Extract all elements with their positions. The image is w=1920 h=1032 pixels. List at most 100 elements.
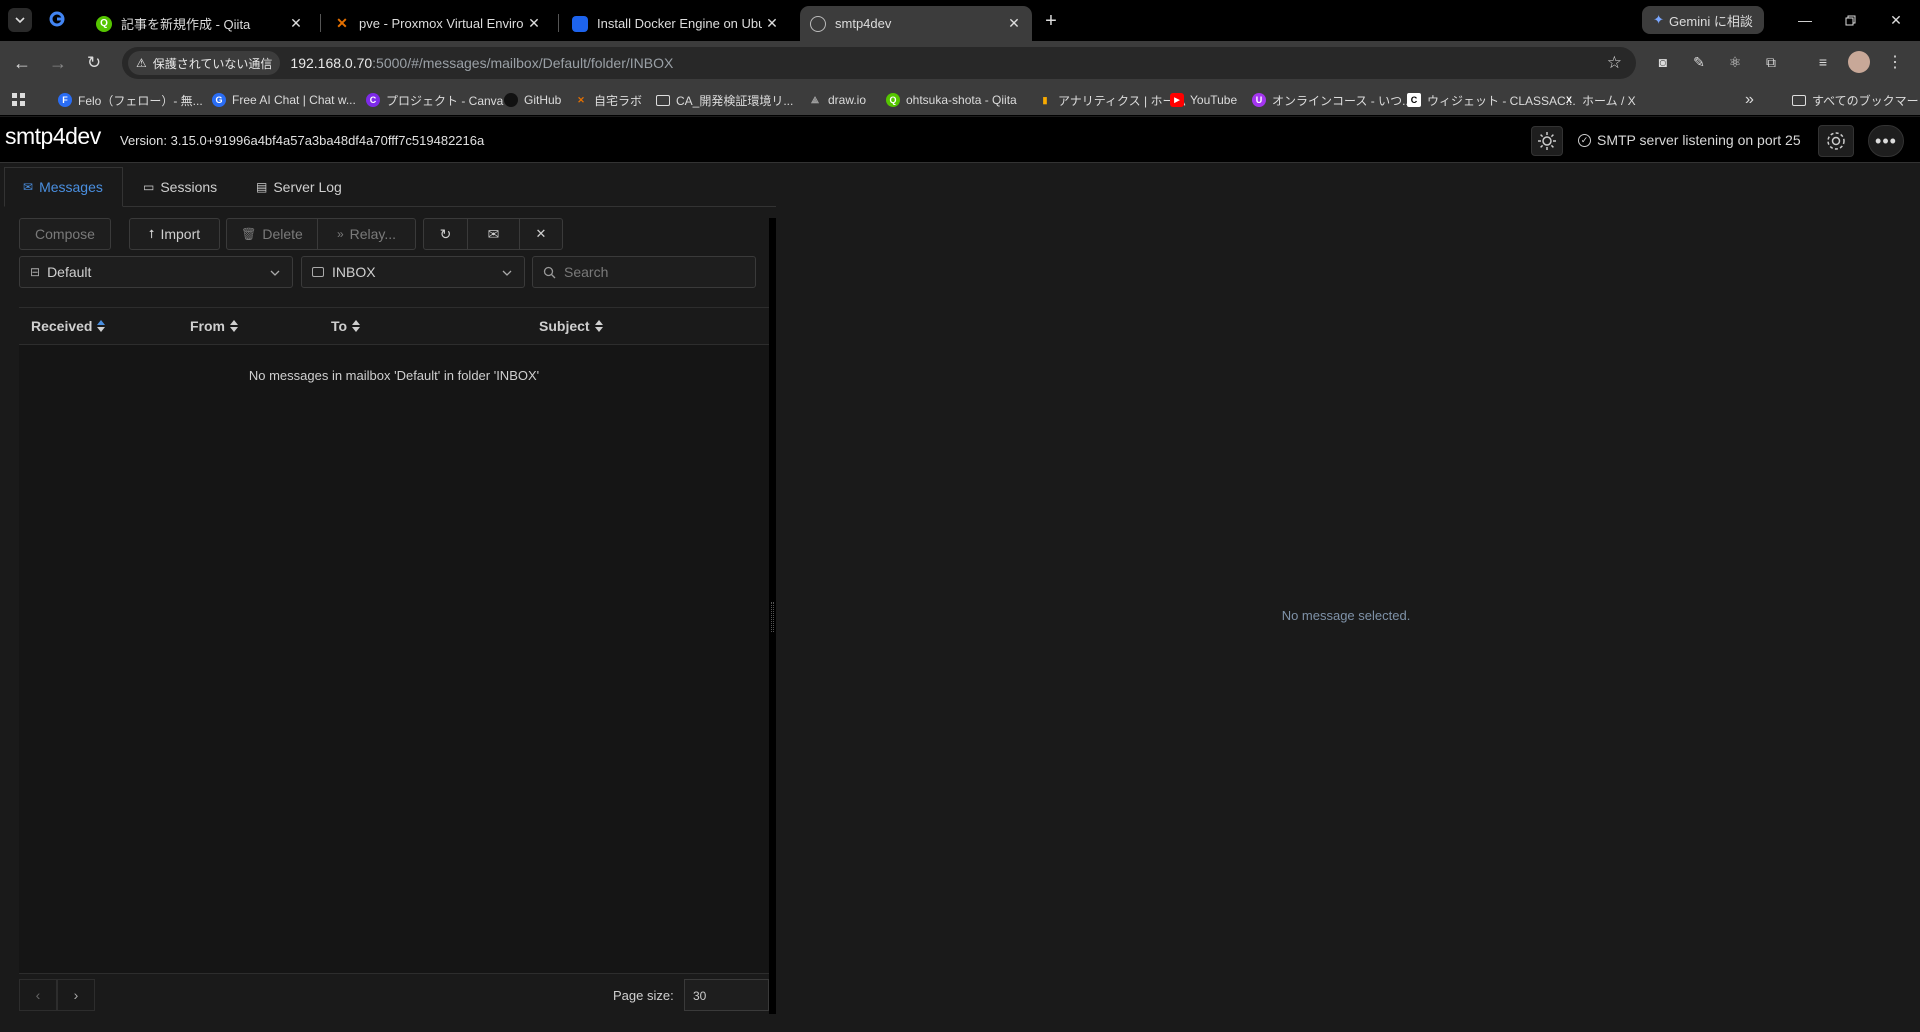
pane-splitter[interactable] [769, 218, 776, 1014]
bookmark-x[interactable]: X ホーム / X [1562, 91, 1636, 109]
restore-icon[interactable] [1838, 8, 1862, 32]
close-window-icon[interactable]: ✕ [1884, 8, 1908, 32]
close-icon[interactable]: ✕ [762, 15, 782, 32]
column-received[interactable]: Received [31, 318, 106, 334]
clear-button[interactable]: ✕ [519, 218, 563, 250]
page-size-input[interactable]: 30 [684, 979, 769, 1011]
settings-button[interactable] [1818, 125, 1854, 157]
compose-button[interactable]: Compose [19, 218, 111, 250]
bookmark-qiita[interactable]: Qohtsuka-shota - Qiita [886, 91, 1017, 109]
tab-sessions[interactable]: ▭ Sessions [125, 167, 235, 207]
bookmark-classac[interactable]: C ウィジェット - CLASSAC... [1407, 91, 1576, 109]
search-icon [543, 266, 556, 278]
canva-icon: C [366, 93, 380, 107]
app-header: smtp4dev Version: 3.15.0+91996a4bf4a57a3… [0, 117, 1920, 163]
x-logo-icon: X [1565, 95, 1572, 105]
tab-docker[interactable]: Install Docker Engine on Ubuntu ✕ [562, 6, 790, 41]
bookmark-udemy[interactable]: U オンラインコース - いつ... [1252, 91, 1412, 109]
message-detail-pane: No message selected. [776, 203, 1916, 1029]
camera-icon[interactable]: ◙ [1652, 51, 1674, 73]
bookmark-drawio[interactable]: ⟁ draw.io [808, 91, 866, 109]
bookmark-youtube[interactable]: ▶ YouTube [1170, 91, 1237, 109]
splitter-grip [771, 602, 774, 632]
menu-kebab-icon[interactable]: ⋮ [1884, 51, 1906, 73]
column-subject[interactable]: Subject [539, 318, 603, 334]
media-icon[interactable]: ≡ [1812, 51, 1834, 73]
forward-icon[interactable]: → [46, 51, 70, 75]
gemini-button[interactable]: ✦ Gemini に相談 [1642, 6, 1764, 34]
warning-icon: ⚠ [136, 56, 147, 70]
tab-qiita[interactable]: Q 記事を新規作成 - Qiita ✕ [86, 6, 314, 41]
delete-button[interactable]: 🗑 Delete [226, 218, 318, 250]
proxmox-icon: ✕ [336, 15, 348, 31]
document-icon: ▤ [256, 180, 268, 194]
new-tab-button[interactable]: + [1040, 10, 1062, 32]
tab-proxmox[interactable]: ✕ pve - Proxmox Virtual Environm ✕ [324, 6, 552, 41]
refresh-button[interactable]: ↻ [423, 218, 468, 250]
inbox-tray-icon: ⊟ [30, 265, 41, 279]
puzzle-icon[interactable]: ⧉ [1760, 51, 1782, 73]
server-status: ✓ SMTP server listening on port 25 [1578, 132, 1801, 148]
address-bar[interactable]: ⚠ 保護されていない通信 192.168.0.70:5000/#/message… [122, 47, 1636, 79]
sort-icon [594, 320, 603, 332]
mailbox-select[interactable]: ⊟ Default [19, 256, 293, 288]
bookmarks-overflow[interactable]: » [1745, 91, 1754, 109]
avatar[interactable] [1848, 51, 1870, 73]
bookmark-folder-ca[interactable]: CA_開発検証環境リ... [656, 91, 793, 109]
tab-messages[interactable]: ✉ Messages [4, 167, 123, 207]
folder-icon [656, 94, 670, 106]
bookmark-canva[interactable]: C プロジェクト - Canva [366, 91, 503, 109]
column-to[interactable]: To [331, 318, 361, 334]
theme-toggle-button[interactable] [1531, 126, 1563, 156]
security-label: 保護されていない通信 [152, 56, 273, 71]
star-icon[interactable]: ☆ [1607, 53, 1622, 73]
google-icon[interactable] [49, 11, 65, 27]
sort-icon [230, 320, 238, 332]
bookmark-home-lab[interactable]: ✕ 自宅ラボ [574, 91, 642, 109]
search-input[interactable]: Search [532, 256, 756, 288]
tab-smtp4dev[interactable]: smtp4dev ✕ [800, 6, 1032, 41]
column-from[interactable]: From [190, 318, 238, 334]
trash-icon: 🗑 [241, 227, 257, 241]
felo-icon: F [58, 93, 72, 107]
more-button[interactable]: ••• [1868, 125, 1904, 157]
bookmark-free-ai-chat[interactable]: G Free AI Chat | Chat w... [212, 91, 356, 109]
close-icon[interactable]: ✕ [286, 15, 306, 32]
bookmark-analytics[interactable]: ▮ アナリティクス | ホーム [1038, 91, 1187, 109]
close-icon[interactable]: ✕ [524, 15, 544, 32]
close-icon[interactable]: ✕ [1004, 15, 1024, 32]
apps-grid-icon[interactable] [10, 91, 28, 109]
security-chip[interactable]: ⚠ 保護されていない通信 [128, 51, 281, 75]
all-bookmarks[interactable]: すべてのブックマーク [1792, 91, 1920, 109]
page-size-label: Page size: [613, 988, 674, 1003]
mark-all-read-button[interactable]: ✉ [467, 218, 520, 250]
tab-search-button[interactable] [8, 8, 32, 32]
next-page-button[interactable]: › [57, 979, 95, 1011]
url-host: 192.168.0.70 [290, 55, 373, 71]
import-button[interactable]: ⭡ Import [129, 218, 220, 250]
chevron-down-icon [270, 270, 280, 276]
tab-server-log[interactable]: ▤ Server Log [238, 167, 360, 207]
qiita-icon: Q [886, 93, 900, 107]
gemini-icon: ✦ [1653, 12, 1665, 27]
pager: ‹ › Page size: 30 [19, 973, 769, 1015]
prev-page-button[interactable]: ‹ [19, 979, 57, 1011]
double-chevron-right-icon: » [336, 227, 344, 241]
relay-button[interactable]: » Relay... [317, 218, 416, 250]
folder-select[interactable]: INBOX [301, 256, 525, 288]
pen-icon[interactable]: ✎ [1688, 51, 1710, 73]
chat-icon: G [212, 93, 226, 107]
udemy-icon: U [1252, 93, 1266, 107]
reload-icon[interactable]: ↻ [82, 51, 106, 75]
app-tabs: ✉ Messages ▭ Sessions ▤ Server Log [4, 167, 1916, 207]
extension-atom-icon[interactable]: ⚛ [1724, 51, 1746, 73]
bookmark-felo[interactable]: F Felo（フェロー）- 無... [58, 91, 203, 109]
tab-title: Install Docker Engine on Ubuntu [597, 16, 762, 31]
qiita-icon: Q [96, 15, 112, 32]
tab-title: 記事を新規作成 - Qiita [121, 17, 251, 32]
tab-title: smtp4dev [835, 16, 892, 31]
back-icon[interactable]: ← [10, 51, 34, 75]
minimize-icon[interactable]: — [1793, 8, 1817, 32]
bookmark-github[interactable]: GitHub [504, 91, 561, 109]
empty-list-message: No messages in mailbox 'Default' in fold… [248, 368, 540, 383]
